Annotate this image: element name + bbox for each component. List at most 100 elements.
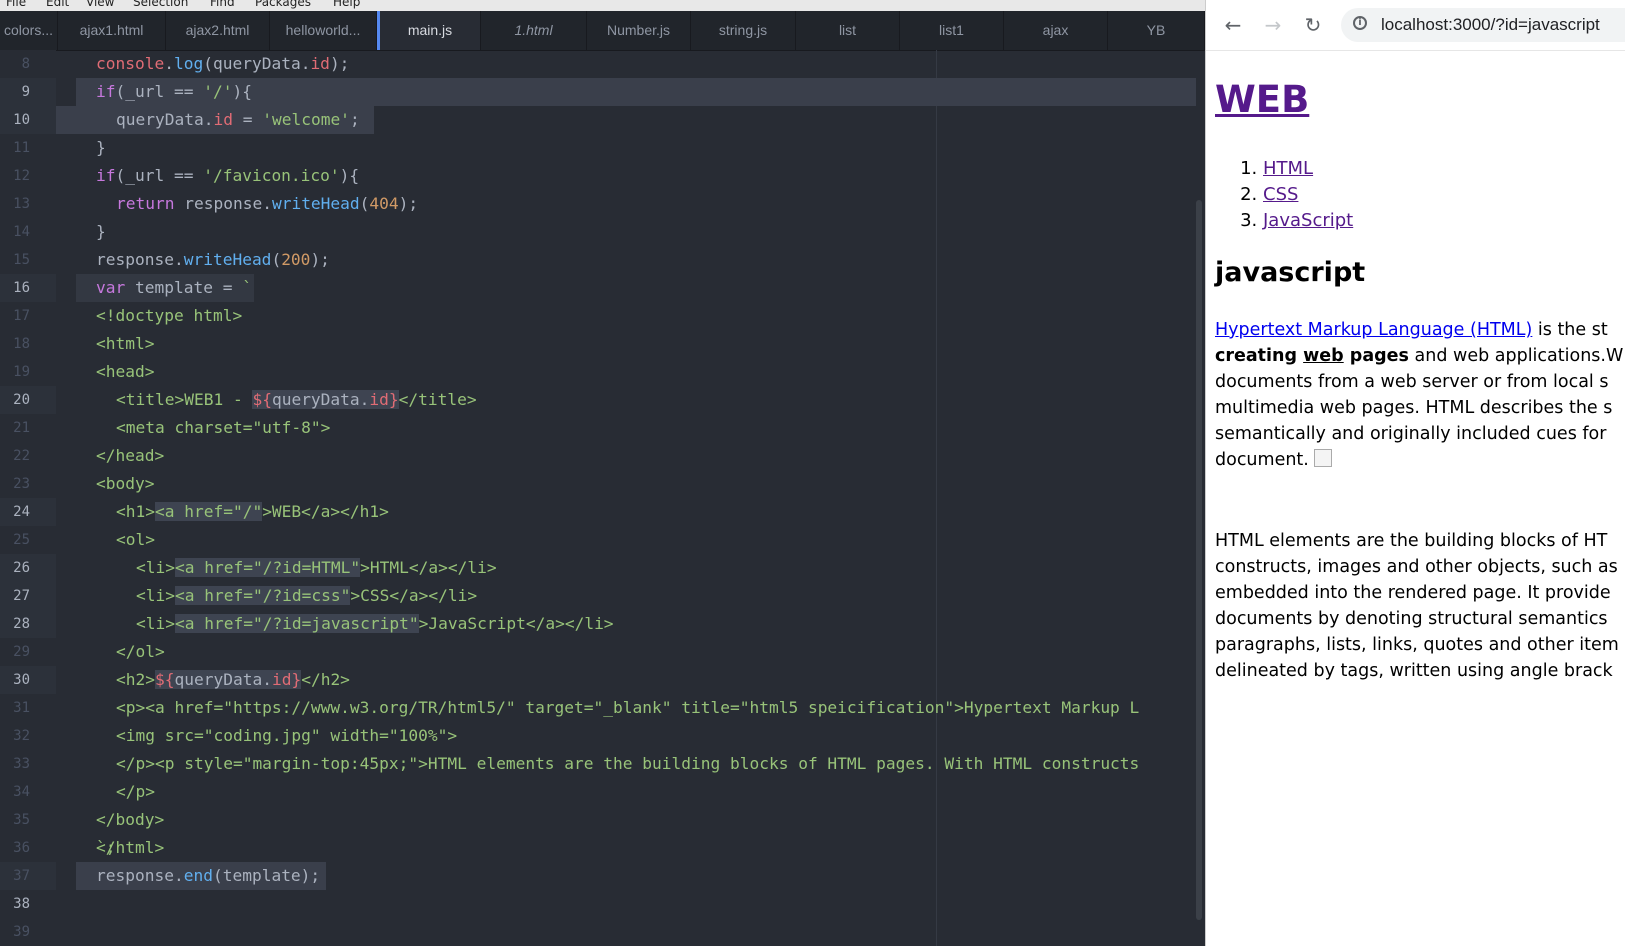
- line-number: 20: [13, 392, 30, 408]
- line-number: 22: [13, 448, 30, 464]
- line-number: 38: [13, 896, 30, 912]
- menu-packages[interactable]: Packages: [255, 0, 311, 9]
- code-area[interactable]: console.log(queryData.id); if(_url == '/…: [56, 50, 1196, 946]
- code-line-8: console.log(queryData.id);: [96, 54, 350, 73]
- tab-number-js[interactable]: Number.js: [587, 11, 691, 50]
- code-line-16: var template = `: [96, 278, 252, 297]
- line-number: 14: [13, 224, 30, 240]
- reload-icon[interactable]: ↻: [1298, 10, 1328, 40]
- code-line-14: }: [96, 222, 106, 241]
- line-number: 31: [13, 700, 30, 716]
- line-number: 30: [13, 672, 30, 688]
- menu-file[interactable]: File: [6, 0, 26, 9]
- menu-bar: File Edit View Selection Find Packages H…: [0, 0, 1205, 11]
- tab-colors[interactable]: colors...: [0, 11, 58, 50]
- list-item: HTML: [1263, 156, 1353, 182]
- vertical-scrollbar[interactable]: [1196, 200, 1202, 920]
- html-spec-link[interactable]: Hypertext Markup Language (HTML): [1215, 320, 1532, 340]
- code-line-19: <head>: [96, 362, 155, 381]
- code-line-12: if(_url == '/favicon.ico'){: [96, 166, 360, 185]
- code-line-25: <ol>: [116, 530, 155, 549]
- code-line-26: <li><a href="/?id=HTML">HTML</a></li>: [136, 558, 497, 577]
- line-number: 15: [13, 252, 30, 268]
- line-number: 36: [13, 840, 30, 856]
- menu-edit[interactable]: Edit: [46, 0, 69, 9]
- html-link[interactable]: HTML: [1263, 158, 1313, 179]
- line-number: 26: [13, 560, 30, 576]
- code-line-9: if(_url == '/'){: [96, 82, 252, 101]
- line-number: 19: [13, 364, 30, 380]
- line-number: 28: [13, 616, 30, 632]
- line-number: 27: [13, 588, 30, 604]
- menu-selection[interactable]: Selection: [133, 0, 188, 9]
- tab-ajax2-html[interactable]: ajax2.html: [166, 11, 270, 50]
- javascript-link[interactable]: JavaScript: [1263, 210, 1353, 231]
- broken-image-icon: [1314, 449, 1333, 467]
- info-icon[interactable]: i: [1353, 16, 1367, 30]
- code-line-21: <meta charset="utf-8">: [116, 418, 331, 437]
- menu-help[interactable]: Help: [333, 0, 360, 9]
- line-number: 34: [13, 784, 30, 800]
- line-number: 9: [21, 84, 30, 100]
- code-editor: File Edit View Selection Find Packages H…: [0, 0, 1205, 946]
- code-line-27: <li><a href="/?id=css">CSS</a></li>: [136, 586, 478, 605]
- code-line-34: </p>: [116, 782, 155, 801]
- code-line-15: response.writeHead(200);: [96, 250, 330, 269]
- line-number: 33: [13, 756, 30, 772]
- line-number: 21: [13, 420, 30, 436]
- paragraph-1: Hypertext Markup Language (HTML) is the …: [1215, 320, 1624, 470]
- line-number: 37: [13, 868, 30, 884]
- list-item: CSS: [1263, 182, 1353, 208]
- tab-ajax1-html[interactable]: ajax1.html: [58, 11, 166, 50]
- code-line-24: <h1><a href="/">WEB</a></h1>: [116, 502, 389, 521]
- line-number: 10: [13, 112, 30, 128]
- code-line-10: queryData.id = 'welcome';: [116, 110, 360, 129]
- browser-window: ← → ↻ i localhost:3000/?id=javascript WE…: [1205, 0, 1625, 946]
- code-line-11: }: [96, 138, 106, 157]
- line-number: 13: [13, 196, 30, 212]
- line-number-gutter: 8 9 10 11 12 13 14 15 16 17 18 19 20 21 …: [0, 50, 56, 946]
- address-bar[interactable]: i localhost:3000/?id=javascript: [1341, 8, 1625, 42]
- code-line-30: <h2>${queryData.id}</h2>: [116, 670, 350, 689]
- code-line-37: `;: [96, 838, 116, 857]
- forward-icon[interactable]: →: [1258, 10, 1288, 40]
- line-number: 17: [13, 308, 30, 324]
- tab-string-js[interactable]: string.js: [691, 11, 796, 50]
- line-number: 11: [13, 140, 30, 156]
- topic-heading: javascript: [1215, 257, 1366, 288]
- code-line-28: <li><a href="/?id=javascript">JavaScript…: [136, 614, 614, 633]
- wrap-guide: [936, 50, 937, 946]
- tab-list[interactable]: list: [796, 11, 900, 50]
- back-icon[interactable]: ←: [1218, 10, 1248, 40]
- code-line-33: </p><p style="margin-top:45px;">HTML ele…: [116, 754, 1140, 773]
- line-number: 8: [21, 56, 30, 72]
- code-line-18: <html>: [96, 334, 155, 353]
- code-line-38: response.end(template);: [96, 866, 321, 885]
- menu-view[interactable]: View: [86, 0, 114, 9]
- code-line-20: <title>WEB1 - ${queryData.id}</title>: [116, 390, 477, 409]
- web-home-link[interactable]: WEB: [1215, 78, 1309, 121]
- code-line-35: </body>: [96, 810, 165, 829]
- tab-bar: colors... ajax1.html ajax2.html hellowor…: [0, 11, 1205, 51]
- code-line-31: <p><a href="https://www.w3.org/TR/html5/…: [116, 698, 1140, 717]
- code-line-32: <img src="coding.jpg" width="100%">: [116, 726, 458, 745]
- tab-main-js[interactable]: main.js: [377, 11, 481, 50]
- code-line-13: return response.writeHead(404);: [116, 194, 419, 213]
- tab-yb[interactable]: YB: [1108, 11, 1205, 50]
- line-number: 35: [13, 812, 30, 828]
- css-link[interactable]: CSS: [1263, 184, 1298, 205]
- page-heading: WEB: [1215, 78, 1309, 121]
- line-number: 16: [13, 280, 30, 296]
- tab-helloworld[interactable]: helloworld...: [270, 11, 377, 50]
- url-text[interactable]: localhost:3000/?id=javascript: [1381, 8, 1600, 42]
- code-line-23: <body>: [96, 474, 155, 493]
- line-number: 25: [13, 532, 30, 548]
- tab-1-html[interactable]: 1.html: [481, 11, 587, 50]
- tab-list1[interactable]: list1: [900, 11, 1004, 50]
- line-number: 39: [13, 924, 30, 940]
- tab-ajax[interactable]: ajax: [1004, 11, 1108, 50]
- browser-toolbar: ← → ↻ i localhost:3000/?id=javascript: [1206, 0, 1625, 51]
- menu-find[interactable]: Find: [210, 0, 235, 9]
- code-line-29: </ol>: [116, 642, 165, 661]
- line-number: 24: [13, 504, 30, 520]
